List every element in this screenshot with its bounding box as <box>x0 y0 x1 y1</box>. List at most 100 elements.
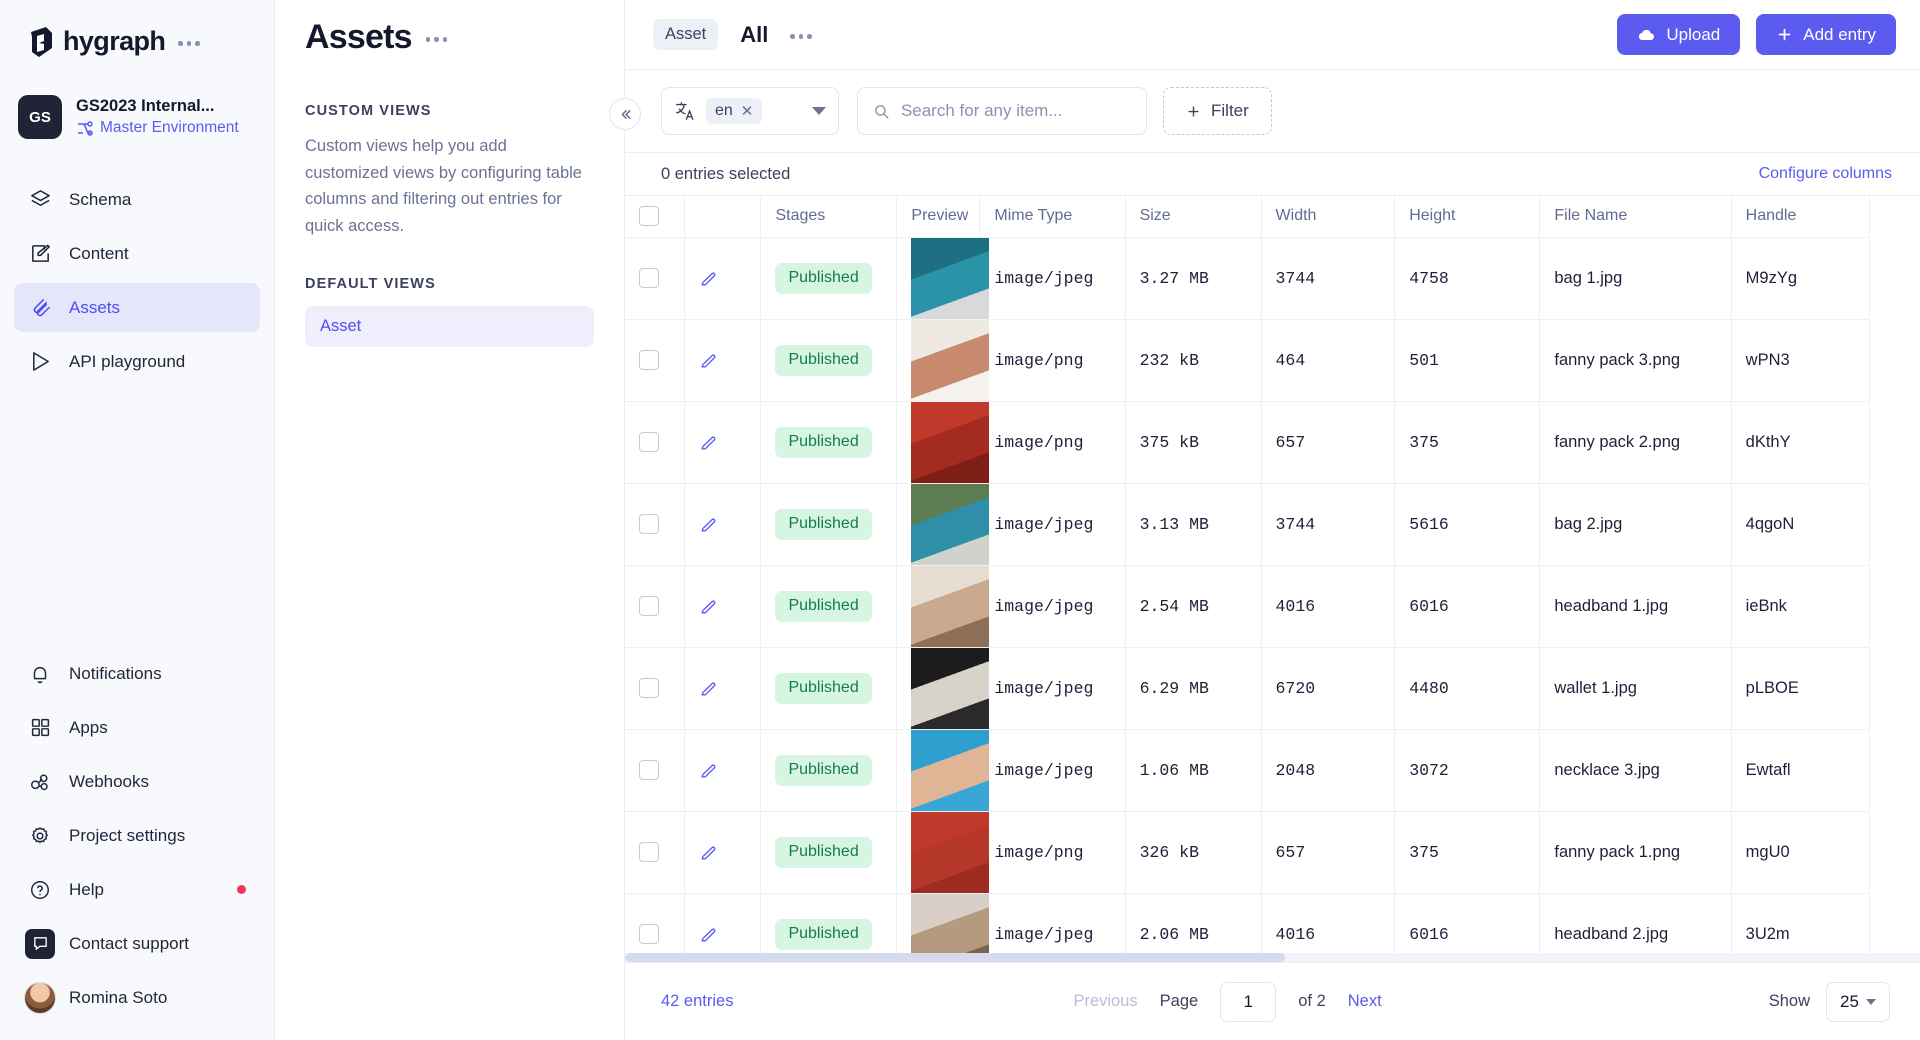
tabs-menu-icon[interactable] <box>790 30 812 39</box>
row-checkbox[interactable] <box>639 760 659 780</box>
row-checkbox[interactable] <box>639 596 659 616</box>
row-checkbox[interactable] <box>639 268 659 288</box>
row-edit-cell[interactable] <box>685 483 761 565</box>
hygraph-logo[interactable]: hygraph <box>28 26 165 57</box>
table-row[interactable]: Publishedimage/jpeg3.13 MB37445616bag 2.… <box>625 483 1870 565</box>
collapse-panel-button[interactable] <box>609 98 641 130</box>
sidebar-item-api-playground[interactable]: API playground <box>14 337 260 386</box>
header-handle[interactable]: Handle <box>1731 196 1869 237</box>
chevron-down-icon[interactable] <box>812 107 826 115</box>
page-number-input[interactable] <box>1220 982 1276 1022</box>
edit-pencil-icon[interactable] <box>699 597 746 616</box>
horizontal-scrollbar-thumb[interactable] <box>625 953 1285 962</box>
sidebar-item-content[interactable]: Content <box>14 229 260 278</box>
table-row[interactable]: Publishedimage/jpeg2.54 MB40166016headba… <box>625 565 1870 647</box>
add-entry-button[interactable]: Add entry <box>1756 14 1896 55</box>
edit-pencil-icon[interactable] <box>699 351 746 370</box>
views-menu-icon[interactable] <box>426 33 448 42</box>
edit-pencil-icon[interactable] <box>699 515 746 534</box>
tab-all[interactable]: All <box>740 22 768 48</box>
row-edit-cell[interactable] <box>685 319 761 401</box>
row-checkbox[interactable] <box>639 924 659 944</box>
edit-pencil-icon[interactable] <box>699 433 746 452</box>
edit-pencil-icon[interactable] <box>699 843 746 862</box>
row-checkbox[interactable] <box>639 678 659 698</box>
edit-pencil-icon[interactable] <box>699 269 746 288</box>
row-preview-cell[interactable] <box>897 319 980 401</box>
table-row[interactable]: Publishedimage/jpeg3.27 MB37444758bag 1.… <box>625 237 1870 319</box>
edit-pencil-icon[interactable] <box>699 679 746 698</box>
sidebar-item-apps[interactable]: Apps <box>14 703 260 752</box>
environment-link[interactable]: Master Environment <box>76 119 239 137</box>
row-select-cell[interactable] <box>625 811 685 893</box>
header-size[interactable]: Size <box>1125 196 1261 237</box>
table-row[interactable]: Publishedimage/jpeg1.06 MB20483072neckla… <box>625 729 1870 811</box>
locale-selector[interactable]: en ✕ <box>661 87 839 135</box>
search-input[interactable] <box>901 101 1131 121</box>
row-preview-cell[interactable] <box>897 237 980 319</box>
sidebar-item-help[interactable]: Help <box>14 865 260 914</box>
row-edit-cell[interactable] <box>685 401 761 483</box>
select-all-checkbox[interactable] <box>639 206 659 226</box>
row-checkbox[interactable] <box>639 514 659 534</box>
header-width[interactable]: Width <box>1261 196 1395 237</box>
search-box[interactable] <box>857 87 1147 135</box>
row-edit-cell[interactable] <box>685 811 761 893</box>
table-row[interactable]: Publishedimage/jpeg2.06 MB40166016headba… <box>625 893 1870 962</box>
row-edit-cell[interactable] <box>685 647 761 729</box>
row-preview-cell[interactable] <box>897 893 980 962</box>
horizontal-scrollbar-track[interactable] <box>625 953 1920 962</box>
row-checkbox[interactable] <box>639 350 659 370</box>
row-checkbox[interactable] <box>639 432 659 452</box>
configure-columns-link[interactable]: Configure columns <box>1759 165 1892 183</box>
sidebar-item-contact-support[interactable]: Contact support <box>14 919 260 968</box>
header-height[interactable]: Height <box>1395 196 1540 237</box>
row-preview-cell[interactable] <box>897 811 980 893</box>
table-row[interactable]: Publishedimage/png232 kB464501fanny pack… <box>625 319 1870 401</box>
brand-menu-icon[interactable] <box>178 37 200 46</box>
row-checkbox[interactable] <box>639 842 659 862</box>
row-select-cell[interactable] <box>625 565 685 647</box>
sidebar-item-project-settings[interactable]: Project settings <box>14 811 260 860</box>
upload-button[interactable]: Upload <box>1617 14 1740 55</box>
row-select-cell[interactable] <box>625 319 685 401</box>
row-edit-cell[interactable] <box>685 237 761 319</box>
edit-pencil-icon[interactable] <box>699 761 746 780</box>
row-preview-cell[interactable] <box>897 565 980 647</box>
next-page-button[interactable]: Next <box>1348 992 1382 1011</box>
row-select-cell[interactable] <box>625 729 685 811</box>
default-view-asset[interactable]: Asset <box>305 306 594 347</box>
row-edit-cell[interactable] <box>685 565 761 647</box>
model-chip-asset[interactable]: Asset <box>653 19 718 50</box>
row-edit-cell[interactable] <box>685 729 761 811</box>
row-preview-cell[interactable] <box>897 401 980 483</box>
sidebar-item-notifications[interactable]: Notifications <box>14 649 260 698</box>
sidebar-item-schema[interactable]: Schema <box>14 175 260 224</box>
row-preview-cell[interactable] <box>897 647 980 729</box>
row-select-cell[interactable] <box>625 893 685 962</box>
edit-pencil-icon[interactable] <box>699 925 746 944</box>
header-file-name[interactable]: File Name <box>1540 196 1731 237</box>
header-stages[interactable]: Stages <box>761 196 897 237</box>
add-filter-button[interactable]: Filter <box>1163 87 1272 135</box>
table-row[interactable]: Publishedimage/png326 kB657375fanny pack… <box>625 811 1870 893</box>
row-preview-cell[interactable] <box>897 729 980 811</box>
sidebar-item-user[interactable]: Romina Soto <box>14 973 260 1022</box>
row-edit-cell[interactable] <box>685 893 761 962</box>
table-row[interactable]: Publishedimage/png375 kB657375fanny pack… <box>625 401 1870 483</box>
close-icon[interactable]: ✕ <box>741 102 754 120</box>
row-select-cell[interactable] <box>625 647 685 729</box>
row-select-cell[interactable] <box>625 237 685 319</box>
sidebar-item-assets[interactable]: Assets <box>14 283 260 332</box>
row-preview-cell[interactable] <box>897 483 980 565</box>
header-mime-type[interactable]: Mime Type <box>980 196 1125 237</box>
previous-page-button[interactable]: Previous <box>1073 992 1137 1011</box>
sidebar-item-webhooks[interactable]: Webhooks <box>14 757 260 806</box>
table-row[interactable]: Publishedimage/jpeg6.29 MB67204480wallet… <box>625 647 1870 729</box>
rows-per-page-select[interactable]: 25 <box>1826 982 1890 1022</box>
row-select-cell[interactable] <box>625 483 685 565</box>
header-preview[interactable]: Preview <box>897 196 980 237</box>
row-select-cell[interactable] <box>625 401 685 483</box>
header-select-all[interactable] <box>625 196 685 237</box>
project-switcher[interactable]: GS GS2023 Internal... Master Environment <box>0 57 274 139</box>
